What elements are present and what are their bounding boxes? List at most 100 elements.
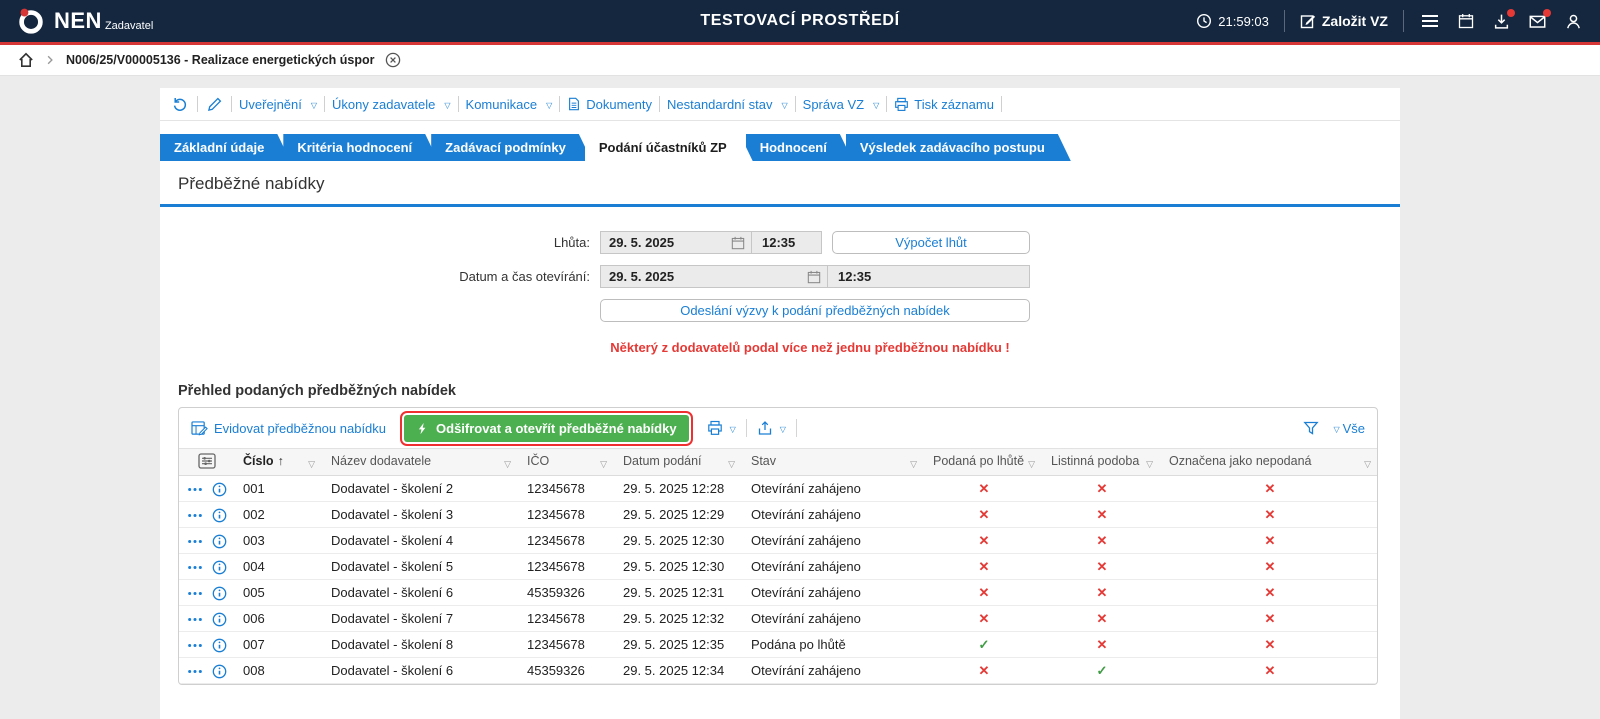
history-button[interactable] — [170, 96, 190, 112]
deadline-time-input[interactable]: 12:35 — [751, 232, 821, 253]
column-filter-icon[interactable]: ▽ — [1146, 459, 1153, 470]
brand[interactable]: NEN Zadavatel — [16, 6, 153, 36]
row-info-button[interactable] — [212, 638, 227, 653]
column-filter-icon[interactable]: ▽ — [728, 459, 735, 470]
toolbar-item-sprava-vz[interactable]: Správa VZ▽ — [803, 97, 880, 112]
row-menu-icon — [187, 563, 203, 572]
cell-listinna-podoba: ✕ — [1043, 502, 1161, 528]
decrypt-open-bids-button[interactable]: Odšifrovat a otevřít předběžné nabídky — [404, 415, 689, 442]
dropdown-arrow-icon: ▽ — [782, 101, 788, 110]
tab-kriteria-hodnoceni[interactable]: Kritéria hodnocení — [283, 134, 438, 161]
cell-oznacena-jako-nepodana: ✕ — [1161, 606, 1378, 632]
filter-button[interactable] — [1303, 420, 1319, 436]
toolbar-separator — [796, 419, 797, 437]
check-icon: ✓ — [1097, 663, 1108, 678]
content-panel: Uveřejnění▽ Úkony zadavatele▽ Komunikace▽ D… — [160, 88, 1400, 719]
edit-record-button[interactable] — [205, 97, 224, 112]
row-info-button[interactable] — [212, 664, 227, 679]
column-filter-icon[interactable]: ▽ — [1364, 459, 1371, 470]
menu-button[interactable] — [1419, 12, 1441, 30]
filter-view-select[interactable]: ▽ Vše — [1329, 421, 1365, 436]
column-filter-icon[interactable]: ▽ — [504, 459, 511, 470]
col-header-datum[interactable]: ▽ Datum podání — [615, 449, 743, 476]
calendar-picker-icon[interactable] — [807, 270, 821, 284]
col-header-ico[interactable]: ▽IČO — [519, 449, 615, 476]
toolbar-separator — [1001, 96, 1002, 112]
toolbar-item-ukony-zadavatele[interactable]: Úkony zadavatele▽ — [332, 97, 451, 112]
downloads-button[interactable] — [1491, 11, 1512, 32]
home-icon[interactable] — [18, 52, 34, 68]
toolbar-separator — [197, 96, 198, 112]
check-icon: ✓ — [979, 637, 990, 652]
opening-date-input[interactable]: 29. 5. 2025 — [601, 269, 801, 284]
messages-button[interactable] — [1527, 11, 1548, 32]
close-record-icon[interactable] — [385, 52, 401, 68]
row-menu-button[interactable] — [187, 615, 203, 624]
col-header-nazev[interactable]: ▽Název dodavatele — [323, 449, 519, 476]
clock: 21:59:03 — [1196, 13, 1269, 29]
section-divider — [160, 204, 1400, 207]
row-menu-button[interactable] — [187, 641, 203, 650]
col-header-nepodana[interactable]: ▽Označena jako nepodaná — [1161, 449, 1378, 476]
col-header-listinna[interactable]: ▽Listinná podoba — [1043, 449, 1161, 476]
row-info-button[interactable] — [212, 560, 227, 575]
row-menu-button[interactable] — [187, 485, 203, 494]
row-menu-button[interactable] — [187, 563, 203, 572]
toolbar-item-nestandardni-stav[interactable]: Nestandardní stav▽ — [667, 97, 788, 112]
tab-hodnoceni[interactable]: Hodnocení — [746, 134, 853, 161]
toolbar-item-uverejneni[interactable]: Uveřejnění▽ — [239, 97, 317, 112]
opening-time-input[interactable]: 12:35 — [827, 266, 1029, 287]
column-filter-icon[interactable]: ▽ — [1028, 459, 1035, 470]
column-label: Datum podání — [623, 454, 702, 468]
register-bid-button[interactable]: Evidovat předběžnou nabídku — [191, 421, 386, 436]
toolbar-item-tisk-zaznamu[interactable]: Tisk záznamu — [894, 97, 994, 112]
column-filter-icon[interactable]: ▽ — [910, 459, 917, 470]
deadline-date-input[interactable]: 29. 5. 2025 — [601, 235, 725, 250]
top-bar: NEN Zadavatel TESTOVACÍ PROSTŘEDÍ 21:59:… — [0, 0, 1600, 42]
column-chooser-button[interactable] — [179, 449, 235, 476]
row-info-button[interactable] — [212, 508, 227, 523]
cross-icon: ✕ — [1097, 481, 1108, 496]
row-menu-button[interactable] — [187, 511, 203, 520]
col-header-stav[interactable]: ▽Stav — [743, 449, 925, 476]
calendar-button[interactable] — [1456, 11, 1476, 31]
export-grid-button[interactable]: ▽ — [757, 420, 786, 436]
row-info-button[interactable] — [212, 612, 227, 627]
create-vz-button[interactable]: Založit VZ — [1300, 13, 1388, 29]
table-row: 008Dodavatel - školení 64535932629. 5. 2… — [179, 658, 1378, 684]
row-menu-button[interactable] — [187, 589, 203, 598]
column-filter-icon[interactable]: ▽ — [600, 459, 607, 470]
calendar-picker-icon[interactable] — [731, 236, 745, 250]
row-menu-button[interactable] — [187, 667, 203, 676]
cell-stav: Otevírání zahájeno — [743, 476, 925, 502]
toolbar-item-dokumenty[interactable]: Dokumenty — [567, 97, 652, 112]
tab-zadavaci-podminky[interactable]: Zadávací podmínky — [431, 134, 592, 161]
row-info-button[interactable] — [212, 586, 227, 601]
col-header-cislo[interactable]: ▽Číslo↑ — [235, 449, 323, 476]
toolbar-separator — [324, 96, 325, 112]
environment-title: TESTOVACÍ PROSTŘEDÍ — [700, 12, 899, 30]
col-header-po_lhute[interactable]: ▽Podaná po lhůtě — [925, 449, 1043, 476]
column-filter-icon[interactable]: ▽ — [308, 459, 315, 470]
row-info-button[interactable] — [212, 534, 227, 549]
tab-podani-ucastniku-zp[interactable]: Podání účastníků ZP — [585, 134, 753, 161]
tab-zakladni-udaje[interactable]: Základní údaje — [160, 134, 290, 161]
row-menu-icon — [187, 485, 203, 494]
profile-button[interactable] — [1563, 11, 1584, 32]
cross-icon: ✕ — [1265, 481, 1276, 496]
cell-datum-podani: 29. 5. 2025 12:35 — [615, 632, 743, 658]
print-grid-button[interactable]: ▽ — [707, 420, 736, 436]
cell-nazev-dodavatele: Dodavatel - školení 7 — [323, 606, 519, 632]
info-icon — [212, 482, 227, 497]
calc-deadlines-button[interactable]: Výpočet lhůt — [832, 231, 1030, 254]
cell-cislo: 005 — [235, 580, 323, 606]
send-invitation-button[interactable]: Odeslání výzvy k podání předběžných nabí… — [600, 299, 1030, 322]
breadcrumb-record[interactable]: N006/25/V00005136 - Realizace energetick… — [66, 53, 375, 67]
breadcrumb: N006/25/V00005136 - Realizace energetick… — [0, 45, 1600, 76]
row-menu-button[interactable] — [187, 537, 203, 546]
cross-icon: ✕ — [1097, 507, 1108, 522]
cell-nazev-dodavatele: Dodavatel - školení 2 — [323, 476, 519, 502]
tab-vysledek-zadavaciho-postupu[interactable]: Výsledek zadávacího postupu — [846, 134, 1071, 161]
toolbar-item-komunikace[interactable]: Komunikace▽ — [466, 97, 553, 112]
row-info-button[interactable] — [212, 482, 227, 497]
